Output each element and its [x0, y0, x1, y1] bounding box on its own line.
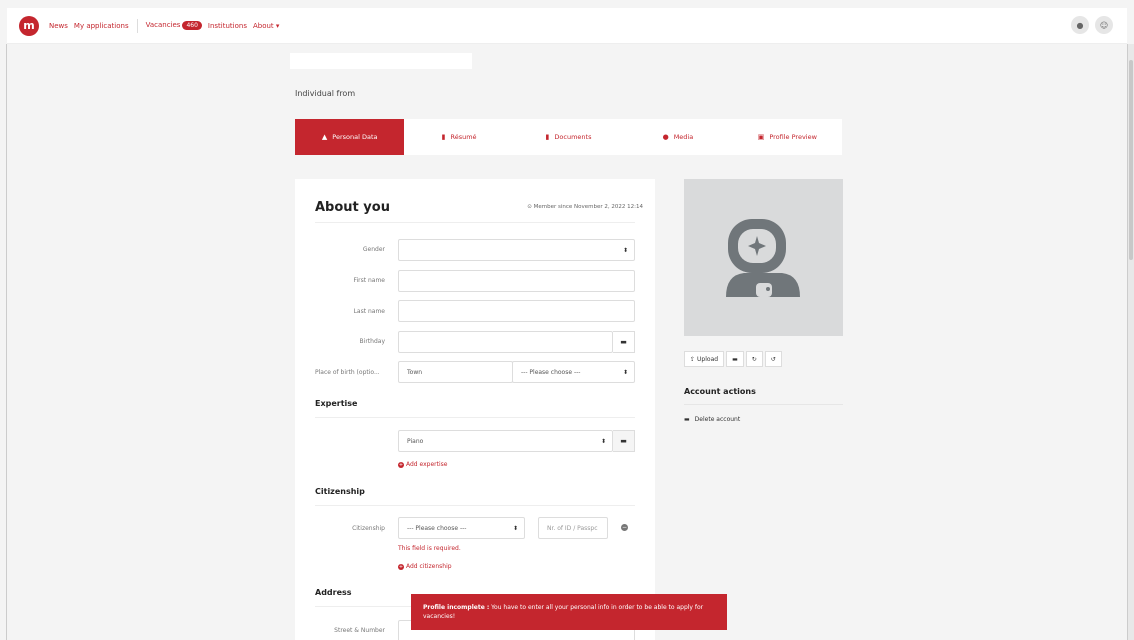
- plus-circle-icon: +: [398, 563, 404, 570]
- select-value: Piano: [407, 437, 424, 445]
- trash-icon[interactable]: ▬: [613, 430, 635, 452]
- avatar-actions: ⇪ Upload ▬ ↻ ↺: [684, 351, 782, 367]
- gender-label: Gender: [362, 246, 385, 253]
- place-of-birth-label: Place of birth (optio...: [315, 369, 380, 376]
- trash-icon[interactable]: ▬: [613, 331, 635, 353]
- profile-tabs: ▲ Personal Data ▮ Résumé ▮ Documents ● Media…: [295, 119, 842, 155]
- divider: [315, 505, 635, 506]
- citizenship-select[interactable]: --- Please choose --- ⬍: [398, 517, 525, 539]
- logo[interactable]: m: [19, 15, 39, 36]
- citizenship-heading: Citizenship: [315, 487, 365, 496]
- add-expertise-label: Add expertise: [406, 461, 448, 468]
- citizenship-label: Citizenship: [352, 525, 385, 532]
- delete-account-label: Delete account: [694, 416, 741, 423]
- trash-icon: ▬: [684, 416, 690, 423]
- select-value: --- Please choose ---: [407, 524, 467, 532]
- delete-account-link[interactable]: ▬ Delete account: [684, 416, 740, 423]
- plus-circle-icon: +: [398, 461, 404, 468]
- last-name-label: Last name: [353, 308, 385, 315]
- nav-vacancies-label: Vacancies: [145, 21, 181, 29]
- user-icon[interactable]: ☺: [1095, 16, 1113, 34]
- street-label: Street & Number: [334, 627, 385, 634]
- tab-profile-preview[interactable]: ▣ Profile Preview: [733, 119, 842, 155]
- nav-institutions[interactable]: Institutions: [208, 22, 247, 30]
- files-icon: ▮: [545, 133, 550, 141]
- nav-about-dropdown[interactable]: About ▾: [253, 22, 279, 30]
- add-expertise-link[interactable]: + Add expertise: [398, 461, 447, 468]
- tab-personal-data[interactable]: ▲ Personal Data: [295, 119, 405, 155]
- first-name-field[interactable]: [398, 270, 635, 292]
- gender-select[interactable]: ⬍: [398, 239, 635, 261]
- tab-label: Profile Preview: [769, 133, 817, 141]
- tab-media[interactable]: ● Media: [623, 119, 732, 155]
- scrollbar-thumb[interactable]: [1129, 60, 1133, 260]
- remove-citizenship-icon[interactable]: −: [621, 524, 628, 531]
- trash-icon[interactable]: ▬: [726, 351, 744, 367]
- updown-caret-icon: ⬍: [512, 524, 518, 532]
- individual-from-label: Individual from: [295, 89, 356, 98]
- divider: [315, 222, 635, 223]
- tab-label: Documents: [554, 133, 592, 141]
- add-citizenship-label: Add citizenship: [406, 563, 452, 570]
- add-citizenship-link[interactable]: + Add citizenship: [398, 563, 452, 570]
- avatar: [684, 179, 843, 336]
- rotate-right-icon[interactable]: ↻: [745, 351, 763, 367]
- tab-label: Personal Data: [332, 133, 378, 141]
- tab-label: Media: [673, 133, 694, 141]
- top-navbar: m News My applications Vacancies 460 Inst…: [7, 8, 1127, 44]
- toast-title: Profile incomplete :: [423, 604, 490, 611]
- divider: [315, 417, 635, 418]
- citizenship-error: This field is required.: [398, 545, 461, 552]
- tab-resume[interactable]: ▮ Résumé: [404, 119, 513, 155]
- expertise-select[interactable]: Piano ⬍: [398, 430, 613, 452]
- birth-country-select[interactable]: --- Please choose --- ⬍: [512, 361, 635, 383]
- file-icon: ▮: [441, 133, 446, 141]
- header-banner: [290, 53, 472, 69]
- undo-icon[interactable]: ↺: [764, 351, 782, 367]
- id-placeholder: Nr. of ID / Passpc: [547, 524, 598, 532]
- town-input[interactable]: Town: [398, 361, 513, 383]
- upload-button[interactable]: ⇪ Upload: [684, 351, 725, 367]
- id-number-input[interactable]: Nr. of ID / Passpc: [538, 517, 608, 539]
- updown-caret-icon: ⬍: [622, 246, 628, 254]
- messages-icon[interactable]: ●: [1071, 16, 1089, 34]
- upload-icon: ⇪: [690, 355, 696, 363]
- member-since-text: ⊙ Member since November 2, 2022 12:14: [527, 204, 643, 210]
- first-name-label: First name: [353, 277, 385, 284]
- astronaut-avatar-icon: [726, 219, 800, 297]
- about-you-card: About you ⊙ Member since November 2, 202…: [295, 179, 655, 640]
- nav-divider: [136, 18, 138, 33]
- frame-border-left: [6, 44, 7, 640]
- nav-vacancies[interactable]: Vacancies 460: [146, 21, 202, 30]
- tab-documents[interactable]: ▮ Documents: [514, 119, 623, 155]
- updown-caret-icon: ⬍: [600, 437, 606, 445]
- address-heading: Address: [315, 588, 352, 597]
- upload-label: Upload: [697, 355, 719, 363]
- bell-icon: ▲: [321, 133, 328, 141]
- vacancies-count-badge: 460: [182, 21, 202, 30]
- town-placeholder: Town: [407, 368, 423, 376]
- last-name-field[interactable]: [398, 300, 635, 322]
- birthday-field[interactable]: [398, 331, 613, 353]
- birthday-label: Birthday: [359, 338, 385, 345]
- divider: [684, 404, 843, 405]
- select-value: --- Please choose ---: [521, 368, 581, 376]
- tab-label: Résumé: [450, 133, 477, 141]
- updown-caret-icon: ⬍: [622, 368, 628, 376]
- profile-incomplete-toast: Profile incomplete : You have to enter a…: [411, 594, 727, 630]
- nav-news[interactable]: News: [49, 22, 68, 30]
- account-actions-heading: Account actions: [684, 387, 756, 396]
- id-icon: ▣: [757, 133, 765, 141]
- page-title: About you: [315, 200, 390, 215]
- nav-my-applications[interactable]: My applications: [74, 22, 129, 30]
- expertise-heading: Expertise: [315, 399, 358, 408]
- camera-icon: ●: [662, 133, 669, 141]
